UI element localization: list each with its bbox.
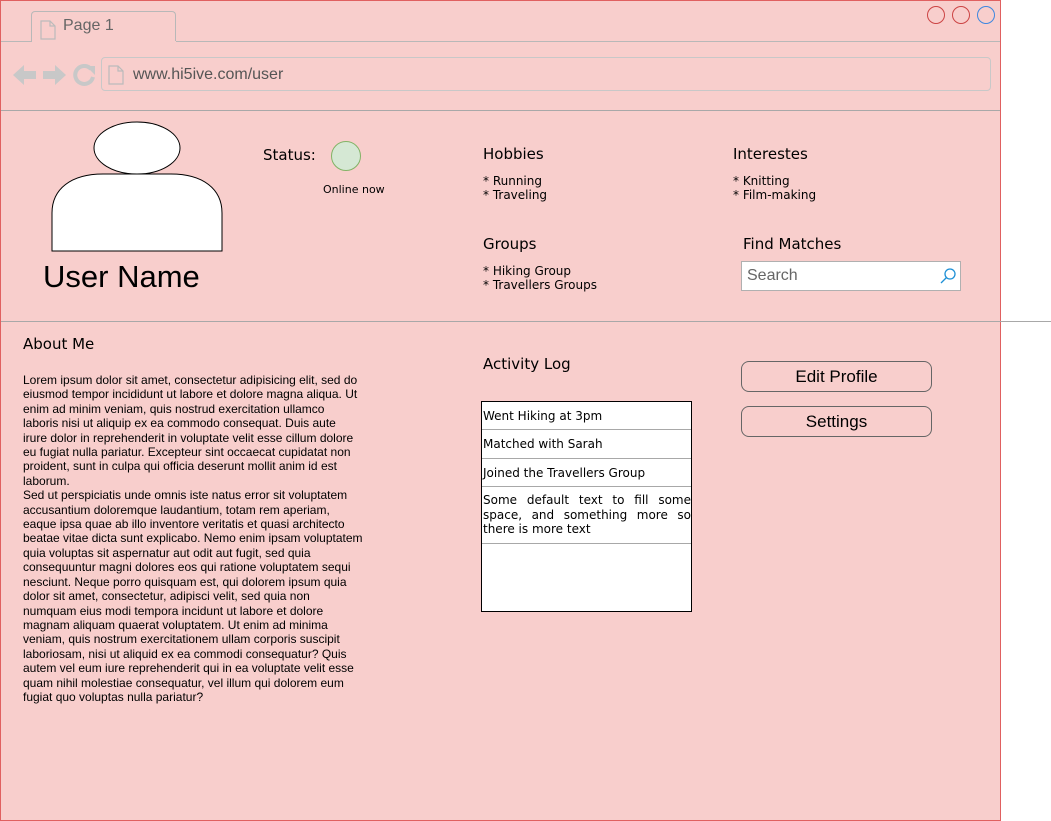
activity-log: Went Hiking at 3pm Matched with Sarah Jo… <box>481 401 692 612</box>
reload-icon[interactable] <box>72 63 96 90</box>
tab-label: Page 1 <box>63 17 114 34</box>
hobby-item: * Traveling <box>483 188 548 202</box>
tab-page-1[interactable]: Page 1 <box>31 11 176 41</box>
activity-item: Went Hiking at 3pm <box>482 402 691 430</box>
hobbies-list: * Running * Traveling <box>483 174 547 202</box>
groups-title: Groups <box>483 235 537 253</box>
back-icon[interactable] <box>13 64 37 90</box>
page-icon <box>40 20 56 44</box>
group-item[interactable]: * Travellers Groups <box>483 278 597 292</box>
tab-bar-line <box>176 41 1000 42</box>
search-input[interactable]: Search <box>741 261 961 291</box>
search-placeholder: Search <box>747 267 798 284</box>
settings-button[interactable]: Settings <box>741 406 932 437</box>
status-indicator <box>331 141 361 171</box>
about-me-title: About Me <box>23 335 95 353</box>
interest-item: * Knitting <box>733 174 790 188</box>
section-divider <box>1 321 1051 322</box>
forward-icon[interactable] <box>42 64 66 90</box>
window-close-button[interactable] <box>927 6 945 24</box>
browser-window: Page 1 www.hi5ive.com/user User Name Sta… <box>0 0 1051 821</box>
activity-item: Matched with Sarah <box>482 430 691 459</box>
activity-item: Some default text to fill some space, an… <box>482 487 691 544</box>
hobbies-title: Hobbies <box>483 145 544 163</box>
group-item[interactable]: * Hiking Group <box>483 264 597 278</box>
window-minimize-button[interactable] <box>952 6 970 24</box>
groups-list: * Hiking Group * Travellers Groups <box>483 264 597 292</box>
tab-bar-line <box>1 41 32 42</box>
edit-profile-button[interactable]: Edit Profile <box>741 361 932 392</box>
activity-item: Joined the Travellers Group <box>482 459 691 487</box>
search-icon[interactable] <box>939 267 957 289</box>
about-paragraph: Lorem ipsum dolor sit amet, consectetur … <box>23 373 358 488</box>
find-matches-title: Find Matches <box>743 235 842 253</box>
hobby-item: * Running <box>483 174 542 188</box>
about-paragraph: Sed ut perspiciatis unde omnis iste natu… <box>23 488 363 704</box>
page-icon <box>108 65 124 89</box>
interests-list: * Knitting * Film-making <box>733 174 816 202</box>
avatar <box>51 121 223 257</box>
url-text: www.hi5ive.com/user <box>133 66 284 83</box>
header-divider <box>1 110 1000 111</box>
status-text: Online now <box>323 183 385 196</box>
interests-title: Interestes <box>733 145 808 163</box>
user-name: User Name <box>43 259 200 294</box>
activity-log-title: Activity Log <box>483 355 571 373</box>
interest-item: * Film-making <box>733 188 817 202</box>
status-label: Status: <box>263 146 316 164</box>
address-bar[interactable]: www.hi5ive.com/user <box>101 57 991 91</box>
window-maximize-button[interactable] <box>977 6 995 24</box>
about-me-text: Lorem ipsum dolor sit amet, consectetur … <box>23 373 363 704</box>
